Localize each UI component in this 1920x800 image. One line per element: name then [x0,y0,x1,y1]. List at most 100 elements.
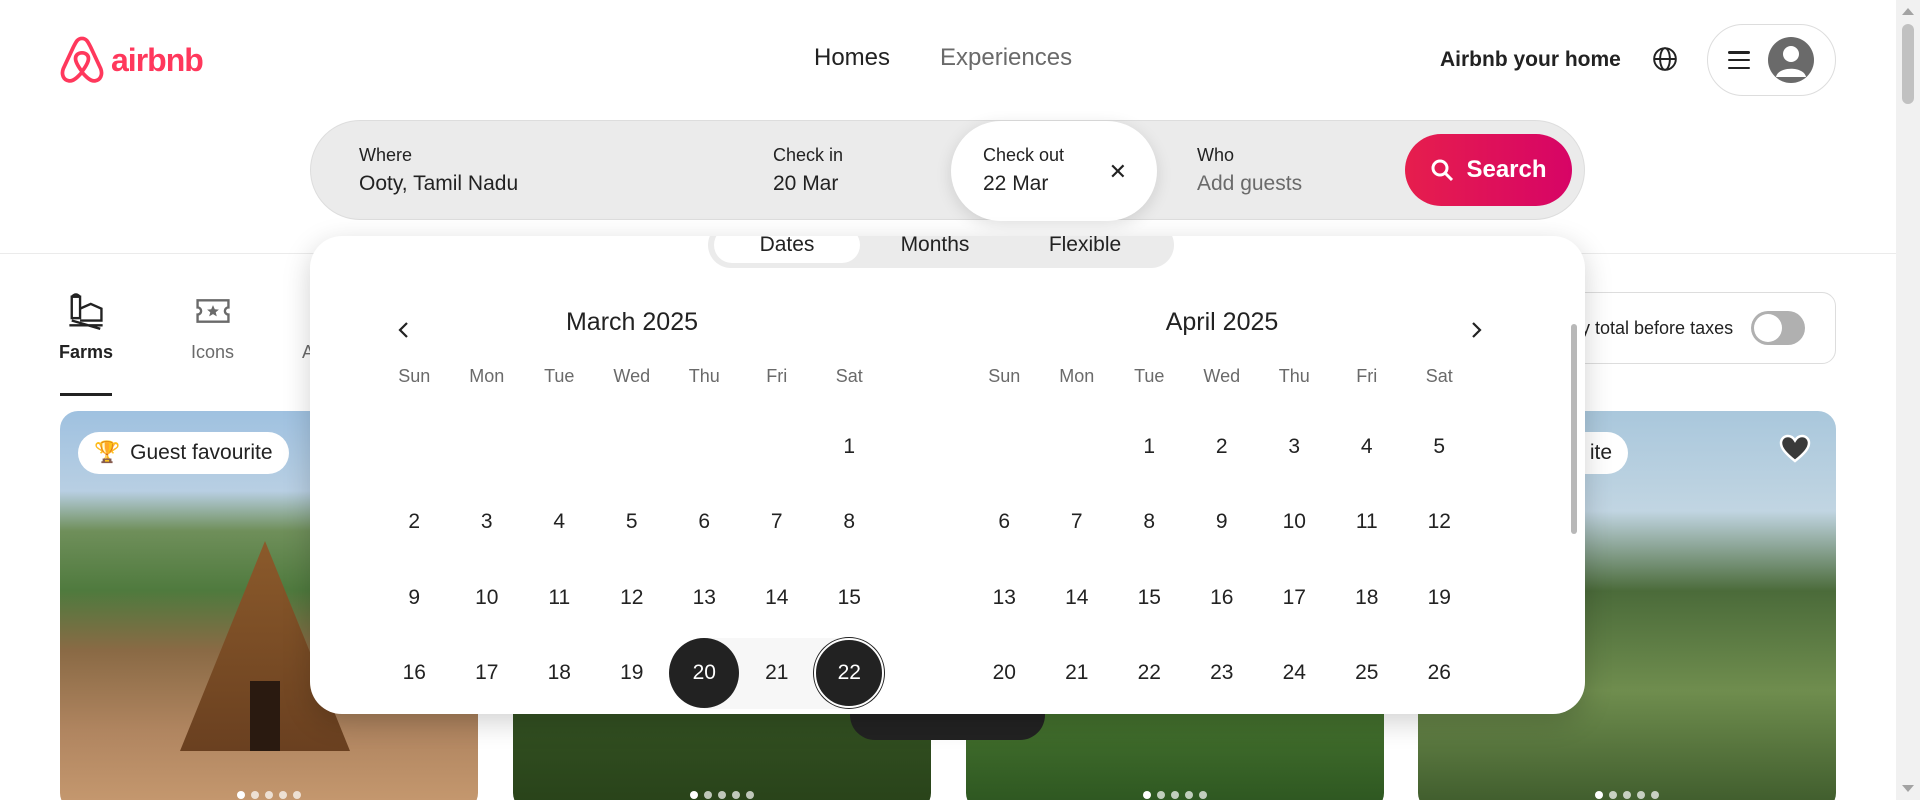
who-field[interactable]: Who Add guests [1197,121,1302,221]
logo-text: airbnb [111,41,204,78]
calendar-day-number: 2 [408,510,421,534]
calendar-day[interactable]: 9 [378,560,451,636]
weekday-header: Sun Mon Tue Wed Thu Fri Sat [378,366,886,387]
calendar-day[interactable]: 18 [523,636,596,712]
calendar-day[interactable]: 15 [813,560,886,636]
heart-icon[interactable] [1778,433,1812,465]
calendar-day[interactable]: 3 [1258,409,1331,485]
calendar-day[interactable]: 17 [451,636,524,712]
calendar-day[interactable]: 17 [1258,560,1331,636]
calendar-day-number: 23 [1210,661,1234,685]
close-icon[interactable]: ✕ [1109,159,1127,185]
page-scrollbar[interactable] [1896,0,1920,800]
calendar-day[interactable]: 2 [1186,409,1259,485]
calendar-day[interactable]: 7 [1041,485,1114,561]
calendar-day-number: 25 [1355,661,1379,685]
calendar-day[interactable]: 19 [1403,560,1476,636]
checkout-label: Check out [983,145,1065,165]
calendar-day[interactable]: 15 [1113,560,1186,636]
calendar-day-number [742,412,812,482]
scroll-thumb[interactable] [1902,24,1914,104]
calendar-scrollbar[interactable] [1571,324,1577,534]
tab-months[interactable]: Months [860,236,1010,263]
calendar-day[interactable]: 5 [596,485,669,561]
calendar-day[interactable]: 5 [1403,409,1476,485]
tab-dates[interactable]: Dates [714,236,860,263]
calendar-day[interactable]: 14 [1041,560,1114,636]
tab-homes[interactable]: Homes [814,44,890,72]
calendar-day[interactable]: 7 [741,485,814,561]
calendar-day-selected-start[interactable]: 20 [668,636,741,712]
calendar-day[interactable]: 12 [1403,485,1476,561]
calendar-day[interactable]: 13 [668,560,741,636]
calendar-day[interactable]: 8 [813,485,886,561]
calendar-day[interactable]: 26 [1403,636,1476,712]
calendar-day[interactable]: 21 [1041,636,1114,712]
calendar-day[interactable]: 11 [1331,485,1404,561]
calendar-day-number: 12 [1427,510,1451,534]
airbnb-logo[interactable]: airbnb [59,35,204,85]
user-menu-button[interactable] [1707,24,1836,96]
calendar-day-number: 16 [1210,585,1234,609]
tab-experiences[interactable]: Experiences [940,44,1072,72]
calendar-day[interactable]: 2 [378,485,451,561]
search-bar: Where Ooty, Tamil Nadu Check in 20 Mar C… [310,120,1585,221]
weekday-header: Sun Mon Tue Wed Thu Fri Sat [968,366,1476,387]
calendar-day[interactable]: 6 [668,485,741,561]
calendar-day[interactable]: 1 [813,409,886,485]
calendar-day-number [969,412,1039,482]
calendar-day[interactable]: 20 [968,636,1041,712]
calendar-day[interactable]: 12 [596,560,669,636]
calendar-day-number [597,412,667,482]
calendar-day-selected-end[interactable]: 22 [813,636,886,712]
calendar-day-number: 24 [1282,661,1306,685]
host-link[interactable]: Airbnb your home [1440,48,1621,72]
where-value[interactable]: Ooty, Tamil Nadu [359,172,518,196]
calendar-day-in-range[interactable]: 21 [740,637,813,709]
calendar-day[interactable]: 24 [1258,636,1331,712]
calendar-day[interactable]: 3 [451,485,524,561]
calendar-day[interactable]: 16 [378,636,451,712]
scroll-up-arrow[interactable] [1902,8,1914,15]
calendar-day[interactable]: 25 [1331,636,1404,712]
calendar-day-number [379,412,449,482]
calendar-day[interactable]: 9 [1186,485,1259,561]
where-field[interactable]: Where Ooty, Tamil Nadu [359,121,518,221]
weekday-label: Sat [1425,366,1453,386]
calendar-day-number: 20 [669,638,740,709]
calendar-day[interactable]: 19 [596,636,669,712]
checkin-value: 20 Mar [773,172,839,195]
calendar-day[interactable]: 10 [451,560,524,636]
calendar-day[interactable]: 14 [741,560,814,636]
calendar-day[interactable]: 10 [1258,485,1331,561]
calendar-day[interactable]: 6 [968,485,1041,561]
category-icons[interactable]: Icons [191,292,234,396]
scroll-down-arrow[interactable] [1902,785,1914,792]
calendar-day-number: 18 [1355,585,1379,609]
category-icons-label: Icons [191,342,235,362]
calendar-day[interactable]: 16 [1186,560,1259,636]
checkin-field[interactable]: Check in 20 Mar [773,121,843,221]
calendar-day[interactable]: 4 [523,485,596,561]
calendar-day[interactable]: 22 [1113,636,1186,712]
calendar-day[interactable]: 11 [523,560,596,636]
calendar-day-number: 16 [402,661,426,685]
calendar-day[interactable]: 8 [1113,485,1186,561]
checkout-field[interactable]: Check out 22 Mar ✕ [951,121,1157,221]
category-farms[interactable]: Farms [59,292,113,396]
search-icon [1431,159,1454,182]
site-header: airbnb Homes Experiences Airbnb your hom… [0,0,1896,254]
calendar-day-number: 13 [992,585,1016,609]
display-total-toggle[interactable] [1751,311,1806,345]
calendar-day[interactable]: 23 [1186,636,1259,712]
search-button[interactable]: Search [1405,134,1572,206]
calendar-day-number: 7 [770,510,783,534]
tab-flexible[interactable]: Flexible [1010,236,1160,263]
calendar-day-number: 20 [992,661,1016,685]
calendar-day[interactable]: 1 [1113,409,1186,485]
calendar-day[interactable]: 13 [968,560,1041,636]
globe-icon[interactable] [1652,46,1678,72]
calendar-day[interactable]: 18 [1331,560,1404,636]
who-placeholder: Add guests [1197,172,1303,195]
calendar-day[interactable]: 4 [1331,409,1404,485]
